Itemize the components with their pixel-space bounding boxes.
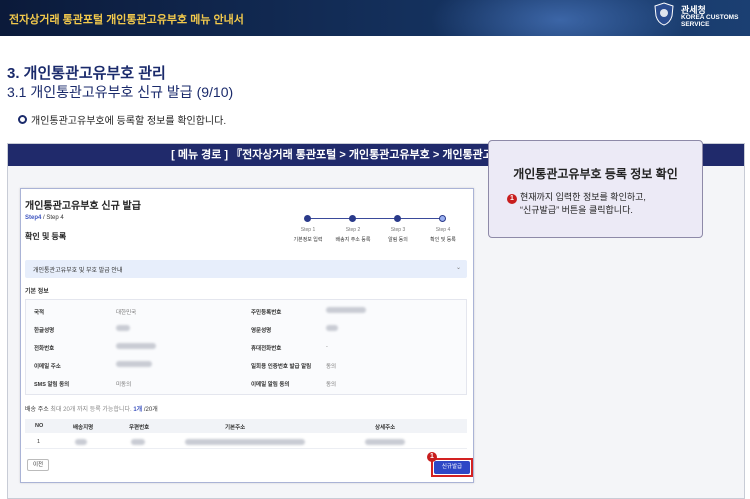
nationality-label: 국적 (34, 310, 45, 316)
email-redacted (116, 361, 152, 367)
header-glow (430, 0, 690, 36)
shipping-summary: 배송 주소 최대 20개 까지 등록 가능합니다. 1개 /20개 (25, 404, 158, 413)
total-steps: / Step 4 (41, 215, 64, 221)
shipping-count: 1개 (133, 407, 143, 413)
shipping-note: 최대 20개 까지 등록 가능합니다. (50, 407, 132, 413)
rrn-label: 주민등록번호 (251, 310, 282, 316)
nationality-value: 대한민국 (116, 310, 137, 316)
guide-accordion[interactable]: 개인통관고유부호 및 부호 발급 안내 ⌄ (25, 260, 467, 278)
col-detail: 상세주소 (375, 425, 396, 431)
info-row: SMS 알림 동의 미동의 이메일 알림 동의 동의 (26, 374, 468, 392)
callout-marker: 1 (507, 194, 517, 204)
section-heading: 3. 개인통관고유부호 관리 (7, 65, 166, 82)
stepper-line (307, 218, 443, 219)
step-4-number: Step 4 (435, 227, 451, 233)
info-row: 한글성명 영문성명 (26, 320, 468, 338)
table-row: 1 (25, 435, 467, 449)
instruction-bullet: 개인통관고유부호에 등록할 정보를 확인합니다. (18, 112, 226, 127)
issue-button[interactable]: 신규발급 (434, 461, 470, 474)
mobile-value: - (326, 344, 328, 350)
step-3-label: 알림 동의 (388, 237, 408, 243)
email-consent-value: 동의 (326, 382, 337, 388)
col-address: 기본주소 (225, 425, 246, 431)
current-step: Step4 (25, 215, 42, 221)
header-bar: 전자상거래 통관포털 개인통관고유부호 메뉴 안내서 관세청 KOREA CUS… (0, 0, 750, 36)
shipping-table-header: NO 배송지명 우편번호 기본주소 상세주소 (25, 419, 467, 433)
info-row: 이메일 주소 일회용 인증번호 발급 알림 동의 (26, 356, 468, 374)
accordion-label: 개인통관고유부호 및 부호 발급 안내 (33, 268, 123, 274)
basic-info-heading: 기본 정보 (25, 289, 49, 295)
callout-description: 1 현재까지 입력한 정보를 확인하고, “신규발급” 버튼을 클릭합니다. (507, 191, 646, 216)
otp-consent-label: 일회용 인증번호 발급 알림 (251, 364, 312, 370)
info-row: 국적 대한민국 주민등록번호 (26, 302, 468, 320)
shipping-max: /20개 (142, 407, 158, 413)
otp-consent-value: 동의 (326, 364, 337, 370)
step-1-dot (304, 215, 311, 222)
email-label: 이메일 주소 (34, 364, 61, 370)
step-title: 확인 및 등록 (25, 232, 67, 241)
callout-line-1: 현재까지 입력한 정보를 확인하고, (520, 192, 646, 202)
row-zip-redacted (131, 439, 145, 445)
callout-title: 개인통관고유부호 등록 정보 확인 (513, 167, 678, 181)
sms-consent-value: 미동의 (116, 382, 132, 388)
korean-name-redacted (116, 325, 130, 331)
step-3-dot (394, 215, 401, 222)
row-name-redacted (75, 439, 87, 445)
prev-button[interactable]: 이전 (27, 459, 49, 471)
rrn-value-redacted (326, 307, 366, 313)
step-4-label: 확인 및 등록 (430, 237, 456, 243)
step-2-label: 배송지 주소 등록 (335, 237, 371, 243)
english-name-label: 영문성명 (251, 328, 272, 334)
step-1-label: 기본정보 입력 (293, 237, 323, 243)
instruction-text: 개인통관고유부호에 등록할 정보를 확인합니다. (31, 116, 227, 127)
step-2-number: Step 2 (345, 227, 361, 233)
progress-stepper: Step 1 Step 2 Step 3 Step 4 기본정보 입력 배송지 … (287, 214, 463, 244)
agency-name-en: KOREA CUSTOMS SERVICE (681, 14, 739, 28)
agency-logo: 관세청 KOREA CUSTOMS SERVICE (654, 0, 744, 36)
shipping-label: 배송 주소 (25, 407, 49, 413)
step-4-dot (439, 215, 446, 222)
page-title: 개인통관고유부호 신규 발급 (25, 201, 141, 212)
phone-redacted (116, 343, 156, 349)
korean-name-label: 한글성명 (34, 328, 55, 334)
row-no: 1 (37, 439, 41, 445)
mobile-label: 휴대전화번호 (251, 346, 282, 352)
phone-label: 전화번호 (34, 346, 55, 352)
step-indicator: Step4 / Step 4 (25, 215, 64, 221)
english-name-redacted (326, 325, 338, 331)
chevron-down-icon[interactable]: ⌄ (456, 264, 461, 271)
email-consent-label: 이메일 알림 동의 (251, 382, 290, 388)
row-address-redacted (185, 439, 305, 445)
step-1-number: Step 1 (300, 227, 316, 233)
instruction-callout: 개인통관고유부호 등록 정보 확인 1 현재까지 입력한 정보를 확인하고, “신… (488, 140, 703, 238)
ring-bullet-icon (18, 115, 27, 124)
step-3-number: Step 3 (390, 227, 406, 233)
col-name: 배송지명 (73, 425, 94, 431)
subsection-heading: 3.1 개인통관고유부호 신규 발급 (9/10) (7, 84, 234, 100)
document-title: 전자상거래 통관포털 개인통관고유부호 메뉴 안내서 (9, 14, 244, 26)
col-no: NO (35, 423, 44, 429)
app-screenshot: 개인통관고유부호 신규 발급 Step4 / Step 4 확인 및 등록 St… (20, 188, 474, 483)
row-detail-redacted (365, 439, 405, 445)
sms-consent-label: SMS 알림 동의 (34, 382, 70, 388)
info-row: 전화번호 휴대전화번호 - (26, 338, 468, 356)
shield-emblem-icon (654, 2, 674, 26)
callout-line-2: “신규발급” 버튼을 클릭합니다. (520, 205, 633, 215)
col-zip: 우편번호 (129, 425, 150, 431)
step-marker: 1 (427, 452, 437, 462)
step-2-dot (349, 215, 356, 222)
basic-info-table: 국적 대한민국 주민등록번호 한글성명 영문성명 전화번호 휴대전화번호 - 이… (25, 299, 467, 395)
